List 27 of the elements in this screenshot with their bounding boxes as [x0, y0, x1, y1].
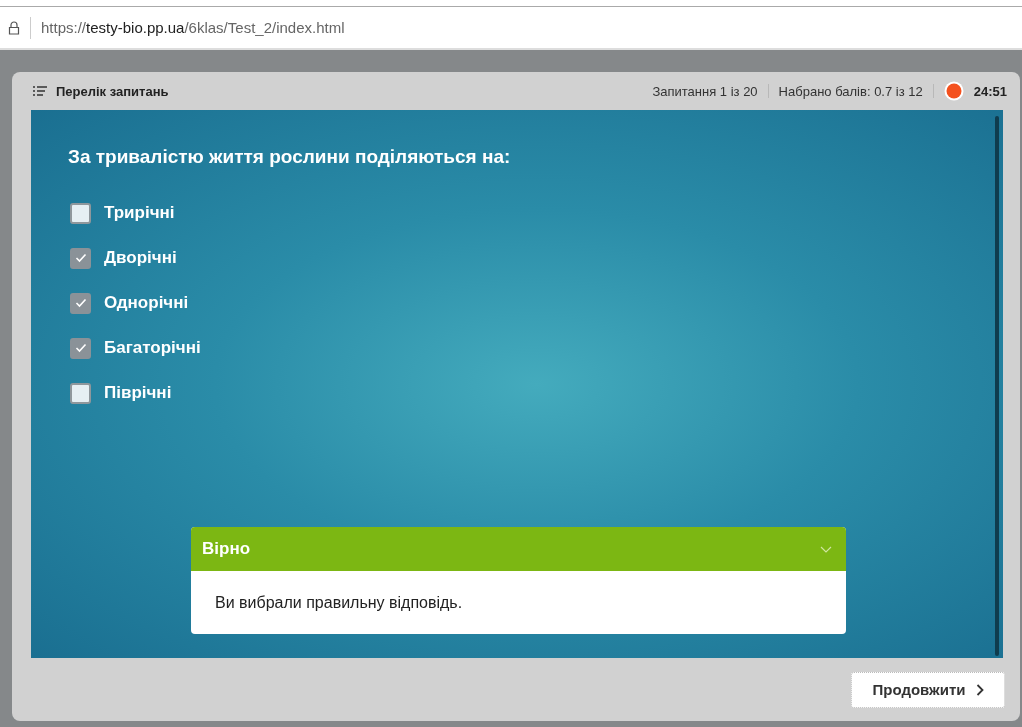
continue-button[interactable]: Продовжити — [851, 671, 1005, 708]
checkmark-icon — [74, 253, 87, 263]
scrollbar[interactable] — [995, 116, 999, 656]
answer-label[interactable]: Однорічні — [104, 293, 189, 313]
checkbox[interactable] — [70, 292, 91, 314]
chevron-right-icon — [975, 683, 984, 696]
lock-icon — [8, 20, 20, 35]
checkbox[interactable] — [70, 247, 91, 269]
menu-icon — [33, 86, 47, 96]
score-text: Набрано балів: 0.7 із 12 — [778, 83, 923, 99]
checkmark-icon — [74, 343, 87, 353]
timer-dot-icon — [943, 81, 964, 101]
checkbox[interactable] — [70, 382, 91, 404]
answer-label[interactable]: Піврічні — [104, 383, 172, 403]
answer-label[interactable]: Дворічні — [104, 248, 177, 268]
question-list-button[interactable]: Перелік запитань — [33, 83, 169, 99]
url-text[interactable]: https://testy-bio.pp.ua/6klas/Test_2/index.html — [41, 19, 345, 36]
timer-text: 24:51 — [973, 83, 1007, 99]
feedback-message: Ви вибрали правильну відповідь. — [214, 593, 464, 613]
feedback-title: Вірно — [202, 539, 251, 559]
question-counter: Запитання 1 із 20 — [652, 83, 758, 99]
checkbox[interactable] — [70, 337, 91, 359]
checkbox[interactable] — [70, 202, 91, 224]
question-text: За тривалістю життя рослини поділяються на: — [67, 145, 512, 168]
answer-label[interactable]: Трирічні — [104, 203, 175, 223]
checkmark-icon — [74, 298, 87, 308]
answer-label[interactable]: Багаторічні — [104, 338, 201, 358]
